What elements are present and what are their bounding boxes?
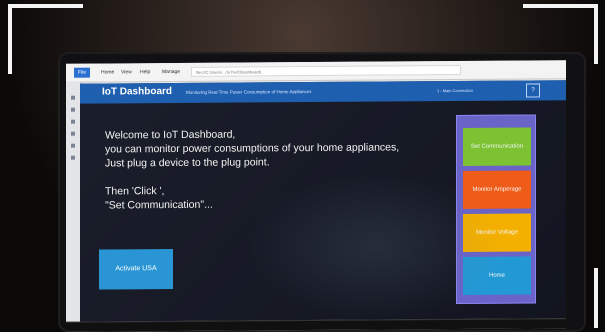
tab-view[interactable]: View <box>117 67 136 77</box>
sidebar-icon[interactable] <box>71 131 75 136</box>
sidebar-icon[interactable] <box>71 143 75 148</box>
browser-toolbar: File Home View Help Manage file:///C:/Us… <box>66 60 566 83</box>
sidebar-icon[interactable] <box>71 119 75 124</box>
screen-reflection <box>246 170 506 323</box>
tab-home[interactable]: Home <box>97 67 118 77</box>
screen: File Home View Help Manage file:///C:/Us… <box>66 60 566 332</box>
app-title: IoT Dashboard <box>102 86 173 98</box>
app-header: IoT Dashboard Monitoring Real Time Power… <box>80 80 566 104</box>
corner-mark-top-right-vertical <box>594 4 598 64</box>
corner-mark-bottom-right <box>594 268 598 328</box>
sidebar-icon[interactable] <box>71 155 75 160</box>
corner-mark-top-right <box>523 4 598 8</box>
tab-manage[interactable]: Manage <box>158 67 184 77</box>
left-sidebar <box>66 81 81 322</box>
connection-status: 1 - Main Connection <box>437 87 473 94</box>
corner-mark-top-left <box>8 4 12 74</box>
app-subtitle: Monitoring Real Time Power Consumption o… <box>186 89 312 95</box>
set-communication-button[interactable]: Set Communication <box>463 127 531 166</box>
activate-usa-button[interactable]: Activate USA <box>99 248 173 290</box>
help-button[interactable]: ? <box>526 83 540 98</box>
corner-mark-top-left-horizontal <box>8 4 83 8</box>
tab-file[interactable]: File <box>74 67 91 78</box>
sidebar-icon[interactable] <box>71 95 75 100</box>
sidebar-icon[interactable] <box>71 107 75 112</box>
tab-help[interactable]: Help <box>136 67 154 77</box>
address-bar[interactable]: file:///C:/Users/.../IoT%20Dashboard/... <box>191 64 461 77</box>
